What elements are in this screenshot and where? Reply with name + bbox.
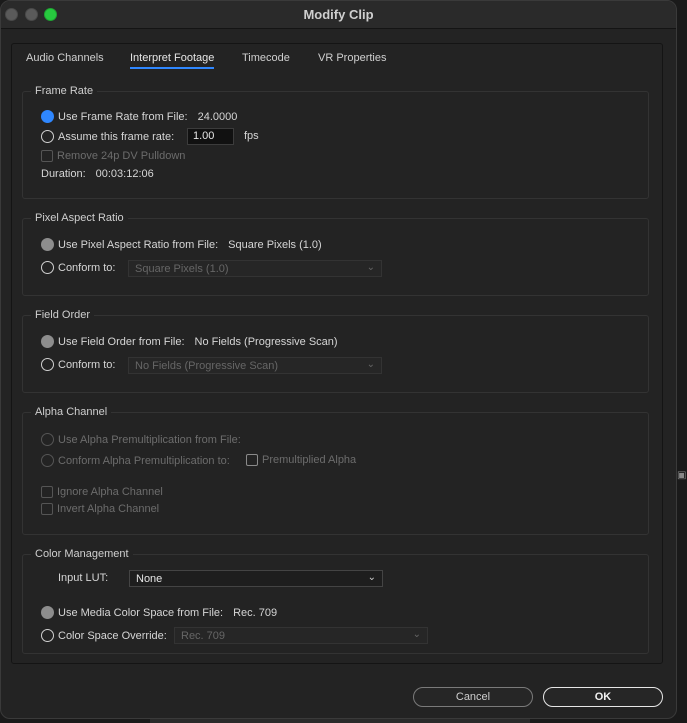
conform-alpha-row: Conform Alpha Premultiplication to: — [41, 454, 230, 467]
color-space-override-radio[interactable] — [41, 629, 54, 642]
ok-button[interactable]: OK — [543, 687, 663, 707]
input-lut-select[interactable]: None ⌄ — [129, 570, 383, 587]
invert-alpha-label: Invert Alpha Channel — [57, 503, 160, 515]
use-field-order-from-file-row[interactable]: Use Field Order from File: No Fields (Pr… — [41, 335, 338, 348]
remove-pulldown-label: Remove 24p DV Pulldown — [57, 150, 186, 162]
ignore-alpha-row[interactable]: Ignore Alpha Channel — [41, 486, 163, 498]
file-frame-rate-value: 24.0000 — [197, 110, 238, 123]
media-color-space-value: Rec. 709 — [233, 606, 278, 619]
duration-label: Duration: — [41, 168, 86, 180]
tab-audio-channels[interactable]: Audio Channels — [26, 52, 104, 64]
use-par-from-file-row[interactable]: Use Pixel Aspect Ratio from File: Square… — [41, 238, 322, 251]
fps-unit: fps — [244, 130, 259, 142]
use-frame-rate-from-file-label: Use Frame Rate from File: — [58, 110, 188, 123]
conform-field-order-radio[interactable] — [41, 358, 54, 371]
file-field-order-value: No Fields (Progressive Scan) — [194, 335, 338, 348]
ignore-alpha-label: Ignore Alpha Channel — [57, 486, 163, 498]
chevron-down-icon: ⌄ — [366, 359, 375, 370]
color-space-override-select-value: Rec. 709 — [181, 630, 226, 642]
premultiplied-alpha-checkbox — [246, 454, 258, 466]
conform-field-order-row[interactable]: Conform to: — [41, 358, 115, 371]
alpha-channel-group: Alpha Channel Use Alpha Premultiplicatio… — [22, 406, 649, 535]
use-media-color-space-label: Use Media Color Space from File: — [58, 606, 224, 619]
input-lut-select-value: None — [136, 573, 163, 585]
field-order-title: Field Order — [31, 309, 95, 321]
conform-alpha-label: Conform Alpha Premultiplication to: — [58, 454, 230, 467]
duration-row: Duration: 00:03:12:06 — [41, 168, 154, 180]
input-lut-label: Input LUT: — [58, 572, 109, 584]
premultiplied-alpha-label: Premultiplied Alpha — [262, 454, 357, 466]
use-field-order-from-file-radio[interactable] — [41, 335, 54, 348]
tab-timecode[interactable]: Timecode — [242, 52, 290, 64]
assume-frame-rate-radio[interactable] — [41, 130, 54, 143]
frame-rate-group: Frame Rate Use Frame Rate from File: 24.… — [22, 85, 649, 199]
use-field-order-from-file-label: Use Field Order from File: — [58, 335, 185, 348]
window-title: Modify Clip — [303, 7, 374, 22]
title-bar: Modify Clip — [1, 1, 676, 29]
background-timeline-strip — [150, 719, 530, 723]
color-management-title: Color Management — [31, 548, 133, 560]
chevron-down-icon: ⌄ — [412, 629, 421, 640]
color-space-override-row[interactable]: Color Space Override: — [41, 629, 167, 642]
input-lut-label-row: Input LUT: — [58, 572, 108, 584]
file-par-value: Square Pixels (1.0) — [228, 238, 322, 251]
alpha-channel-title: Alpha Channel — [31, 406, 112, 418]
conform-par-label: Conform to: — [58, 261, 116, 274]
remove-pulldown-checkbox — [41, 150, 53, 162]
color-space-override-select: Rec. 709 ⌄ — [174, 627, 428, 644]
ignore-alpha-checkbox[interactable] — [41, 486, 53, 498]
fps-unit-label: fps — [244, 130, 259, 142]
modify-clip-dialog: Modify Clip Audio Channels Interpret Foo… — [0, 0, 677, 719]
use-frame-rate-from-file-row[interactable]: Use Frame Rate from File: 24.0000 — [41, 110, 237, 123]
color-management-group: Color Management Input LUT: None ⌄ Use M… — [22, 548, 649, 654]
invert-alpha-checkbox[interactable] — [41, 503, 53, 515]
use-par-from-file-label: Use Pixel Aspect Ratio from File: — [58, 238, 219, 251]
tab-vr-properties[interactable]: VR Properties — [318, 52, 386, 64]
pixel-aspect-ratio-group: Pixel Aspect Ratio Use Pixel Aspect Rati… — [22, 212, 649, 296]
duration-value: 00:03:12:06 — [95, 168, 154, 180]
use-media-color-space-row[interactable]: Use Media Color Space from File: Rec. 70… — [41, 606, 277, 619]
use-alpha-from-file-row: Use Alpha Premultiplication from File: — [41, 433, 241, 446]
pixel-aspect-ratio-title: Pixel Aspect Ratio — [31, 212, 128, 224]
color-space-override-label: Color Space Override: — [58, 629, 167, 642]
conform-field-order-select-value: No Fields (Progressive Scan) — [135, 360, 279, 372]
field-order-group: Field Order Use Field Order from File: N… — [22, 309, 649, 393]
conform-field-order-label: Conform to: — [58, 358, 116, 371]
cancel-button[interactable]: Cancel — [413, 687, 533, 707]
use-media-color-space-radio[interactable] — [41, 606, 54, 619]
conform-par-select: Square Pixels (1.0) ⌄ — [128, 260, 382, 277]
assume-frame-rate-row[interactable]: Assume this frame rate: — [41, 130, 174, 143]
conform-par-row[interactable]: Conform to: — [41, 261, 115, 274]
invert-alpha-row[interactable]: Invert Alpha Channel — [41, 503, 159, 515]
premultiplied-alpha-row: Premultiplied Alpha — [246, 454, 356, 466]
conform-par-select-value: Square Pixels (1.0) — [135, 263, 229, 275]
tab-panel: Audio Channels Interpret Footage Timecod… — [11, 43, 663, 664]
use-frame-rate-from-file-radio[interactable] — [41, 110, 54, 123]
assume-frame-rate-field[interactable]: 1.00 — [187, 128, 234, 145]
conform-alpha-radio — [41, 454, 54, 467]
chevron-down-icon: ⌄ — [366, 262, 375, 273]
tab-interpret-footage[interactable]: Interpret Footage — [130, 52, 215, 69]
assume-frame-rate-label: Assume this frame rate: — [58, 130, 175, 143]
chevron-down-icon: ⌄ — [367, 572, 376, 583]
background-panel-icon: ▣ — [677, 470, 687, 481]
use-alpha-from-file-radio — [41, 433, 54, 446]
use-par-from-file-radio[interactable] — [41, 238, 54, 251]
remove-pulldown-row: Remove 24p DV Pulldown — [41, 150, 185, 162]
conform-par-radio[interactable] — [41, 261, 54, 274]
frame-rate-title: Frame Rate — [31, 85, 98, 97]
conform-field-order-select: No Fields (Progressive Scan) ⌄ — [128, 357, 382, 374]
use-alpha-from-file-label: Use Alpha Premultiplication from File: — [58, 433, 241, 446]
